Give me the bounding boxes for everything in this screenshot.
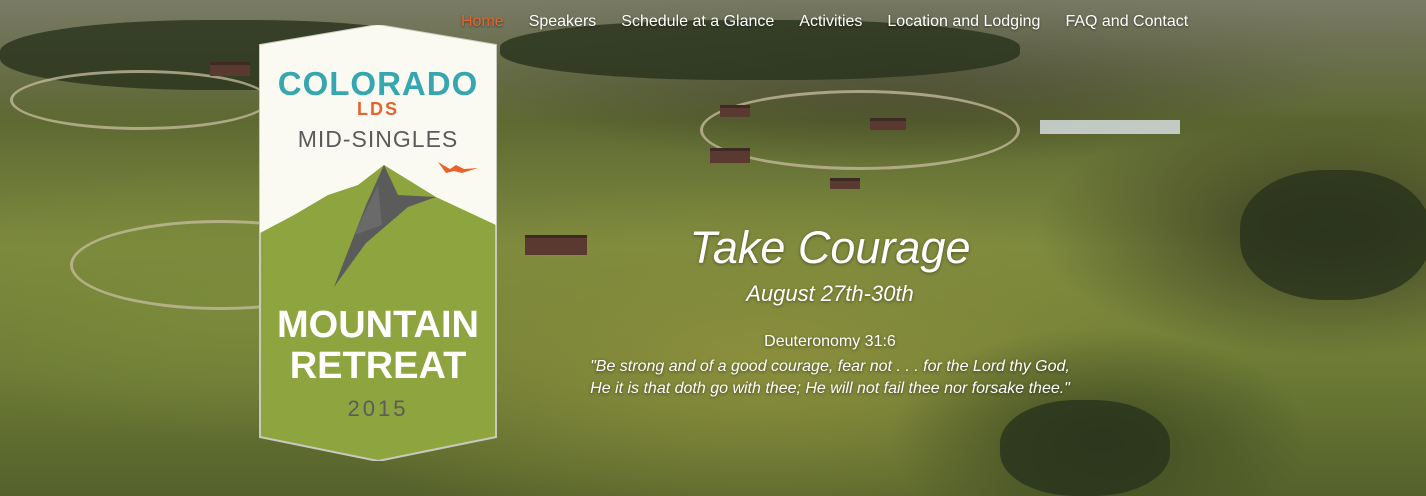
hero-banner: Home Speakers Schedule at a Glance Activ… (0, 0, 1426, 496)
forest-bottom (1000, 400, 1170, 496)
building (210, 62, 250, 76)
building (720, 105, 750, 117)
forest-right (1240, 170, 1426, 300)
logo-lds: LDS (357, 99, 399, 119)
nav-location-lodging[interactable]: Location and Lodging (887, 13, 1040, 31)
nav-faq-contact[interactable]: FAQ and Contact (1065, 13, 1188, 31)
logo-colorado: COLORADO (278, 65, 479, 102)
hero-title: Take Courage (689, 222, 971, 273)
road-curve-3 (10, 70, 270, 130)
verse-line-1: "Be strong and of a good courage, fear n… (590, 358, 1070, 375)
logo-mountain: MOUNTAIN (277, 304, 479, 346)
nav-activities[interactable]: Activities (799, 13, 862, 31)
pond (1040, 120, 1180, 134)
hero-dates: August 27th-30th (746, 281, 914, 306)
verse-quote: "Be strong and of a good courage, fear n… (530, 356, 1130, 400)
building (525, 235, 587, 255)
building (870, 118, 906, 130)
building (830, 178, 860, 189)
nav-schedule[interactable]: Schedule at a Glance (621, 13, 774, 31)
verse-reference: Deuteronomy 31:6 (764, 333, 896, 350)
logo-mid-singles: MID-SINGLES (298, 126, 459, 152)
main-nav: Home Speakers Schedule at a Glance Activ… (461, 13, 1213, 31)
logo-year: 2015 (348, 396, 409, 421)
building (710, 148, 750, 163)
retreat-logo[interactable]: COLORADO LDS MID-SINGLES MOUNTAIN RETREA… (258, 25, 498, 461)
verse-line-2: He it is that doth go with thee; He will… (590, 380, 1070, 397)
nav-speakers[interactable]: Speakers (529, 13, 597, 31)
logo-retreat: RETREAT (290, 345, 467, 387)
